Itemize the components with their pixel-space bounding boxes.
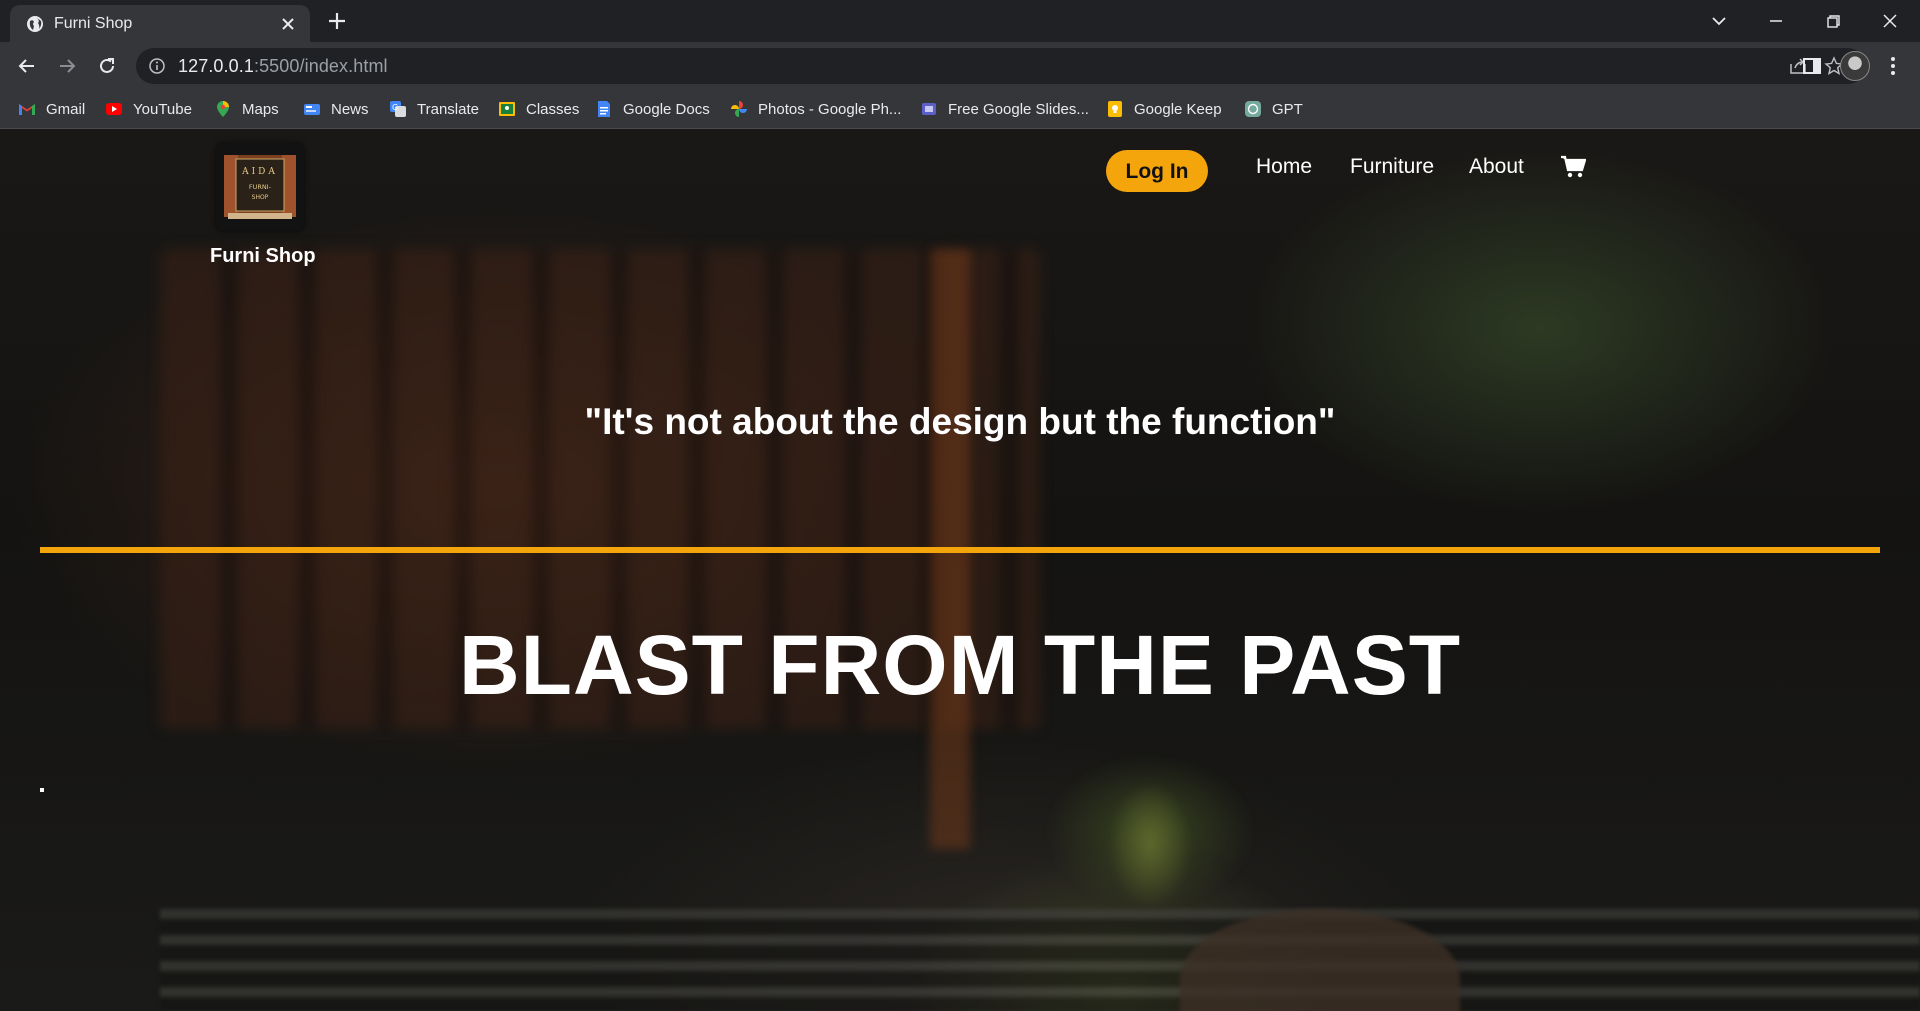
youtube-icon <box>106 103 122 115</box>
close-tab-icon[interactable] <box>278 14 298 34</box>
gpt-icon <box>1245 101 1261 117</box>
photos-icon <box>731 101 747 117</box>
url-text: 127.0.0.1:5500/index.html <box>178 56 388 77</box>
bookmark-label: Gmail <box>46 100 86 118</box>
bookmark-photos[interactable]: Photos - Google Ph... <box>730 97 901 121</box>
furni-shop-logo[interactable]: AIDA FURNI- SHOP <box>216 143 304 231</box>
page-viewport: AIDA FURNI- SHOP Furni Shop Log In Home … <box>0 129 1920 1011</box>
bookmark-maps[interactable]: Maps <box>214 97 279 121</box>
globe-icon <box>27 16 43 32</box>
svg-text:G: G <box>392 103 398 112</box>
bookmark-label: Maps <box>242 100 279 118</box>
url-path: :5500/index.html <box>253 56 388 76</box>
tab-search-chevron-icon[interactable] <box>1706 8 1732 34</box>
site-info-icon[interactable] <box>148 57 166 75</box>
bookmark-label: GPT <box>1272 100 1303 118</box>
forward-arrow-icon[interactable] <box>54 53 80 79</box>
stray-dot <box>40 788 44 792</box>
url-host: 127.0.0.1 <box>178 56 254 76</box>
bookmark-gmail[interactable]: Gmail <box>18 97 85 121</box>
bookmark-label: Google Keep <box>1134 100 1222 118</box>
bookmark-google-docs[interactable]: Google Docs <box>595 97 710 121</box>
maps-icon <box>217 101 229 117</box>
tab-strip: Furni Shop <box>0 0 1920 42</box>
menu-kebab-icon[interactable] <box>1880 53 1906 79</box>
slides-icon <box>922 103 936 115</box>
reload-icon[interactable] <box>94 53 120 79</box>
logo-text-mid: FURNI- <box>249 183 272 191</box>
hero-quote: "It's not about the design but the funct… <box>584 401 1336 442</box>
bookmark-free-google-slides[interactable]: Free Google Slides... <box>920 97 1089 121</box>
docs-icon <box>598 101 610 117</box>
classes-icon <box>499 102 515 116</box>
hero-headline: BLAST FROM THE PAST <box>458 618 1462 712</box>
bookmark-label: YouTube <box>133 100 192 118</box>
bookmark-google-keep[interactable]: Google Keep <box>1106 97 1222 121</box>
news-icon <box>304 104 320 115</box>
bookmarks-bar: Gmail YouTube Maps News G Translate Clas… <box>0 90 1920 129</box>
gmail-icon <box>19 104 35 115</box>
translate-icon: G <box>390 101 406 117</box>
profile-avatar[interactable] <box>1840 51 1870 81</box>
back-arrow-icon[interactable] <box>14 53 40 79</box>
minimize-icon[interactable] <box>1763 8 1789 34</box>
nav-about-link[interactable]: About <box>1469 155 1524 179</box>
shopping-cart-icon[interactable] <box>1560 155 1586 179</box>
keep-icon <box>1108 101 1122 117</box>
bookmark-label: Classes <box>526 100 580 118</box>
nav-furniture-link[interactable]: Furniture <box>1350 155 1434 179</box>
accent-divider <box>40 547 1880 553</box>
bookmark-label: News <box>331 100 369 118</box>
new-tab-icon[interactable] <box>326 10 348 32</box>
restore-icon[interactable] <box>1820 8 1846 34</box>
login-button[interactable]: Log In <box>1106 150 1208 192</box>
bookmark-label: Translate <box>417 100 479 118</box>
close-window-icon[interactable] <box>1877 8 1903 34</box>
browser-tab[interactable]: Furni Shop <box>10 5 310 42</box>
logo-text-top: AIDA <box>241 167 278 177</box>
bookmark-label: Photos - Google Ph... <box>758 100 902 118</box>
bookmark-label: Google Docs <box>623 100 710 118</box>
address-bar[interactable]: 127.0.0.1:5500/index.html <box>136 48 1866 84</box>
logo-text-bot: SHOP <box>252 194 269 201</box>
bookmark-classes[interactable]: Classes <box>498 97 579 121</box>
bookmark-youtube[interactable]: YouTube <box>105 97 192 121</box>
tab-title: Furni Shop <box>54 15 133 32</box>
bookmark-label: Free Google Slides... <box>948 100 1089 118</box>
browser-toolbar: 127.0.0.1:5500/index.html <box>0 42 1920 90</box>
bookmark-gpt[interactable]: GPT <box>1244 97 1303 121</box>
bookmark-news[interactable]: News <box>303 97 369 121</box>
side-panel-icon[interactable] <box>1799 53 1825 79</box>
brand-name: Furni Shop <box>210 245 316 267</box>
site-header: AIDA FURNI- SHOP Furni Shop Log In Home … <box>0 129 1920 279</box>
nav-home-link[interactable]: Home <box>1256 155 1312 179</box>
background-table-slats <box>160 909 1920 1011</box>
bookmark-translate[interactable]: G Translate <box>389 97 479 121</box>
